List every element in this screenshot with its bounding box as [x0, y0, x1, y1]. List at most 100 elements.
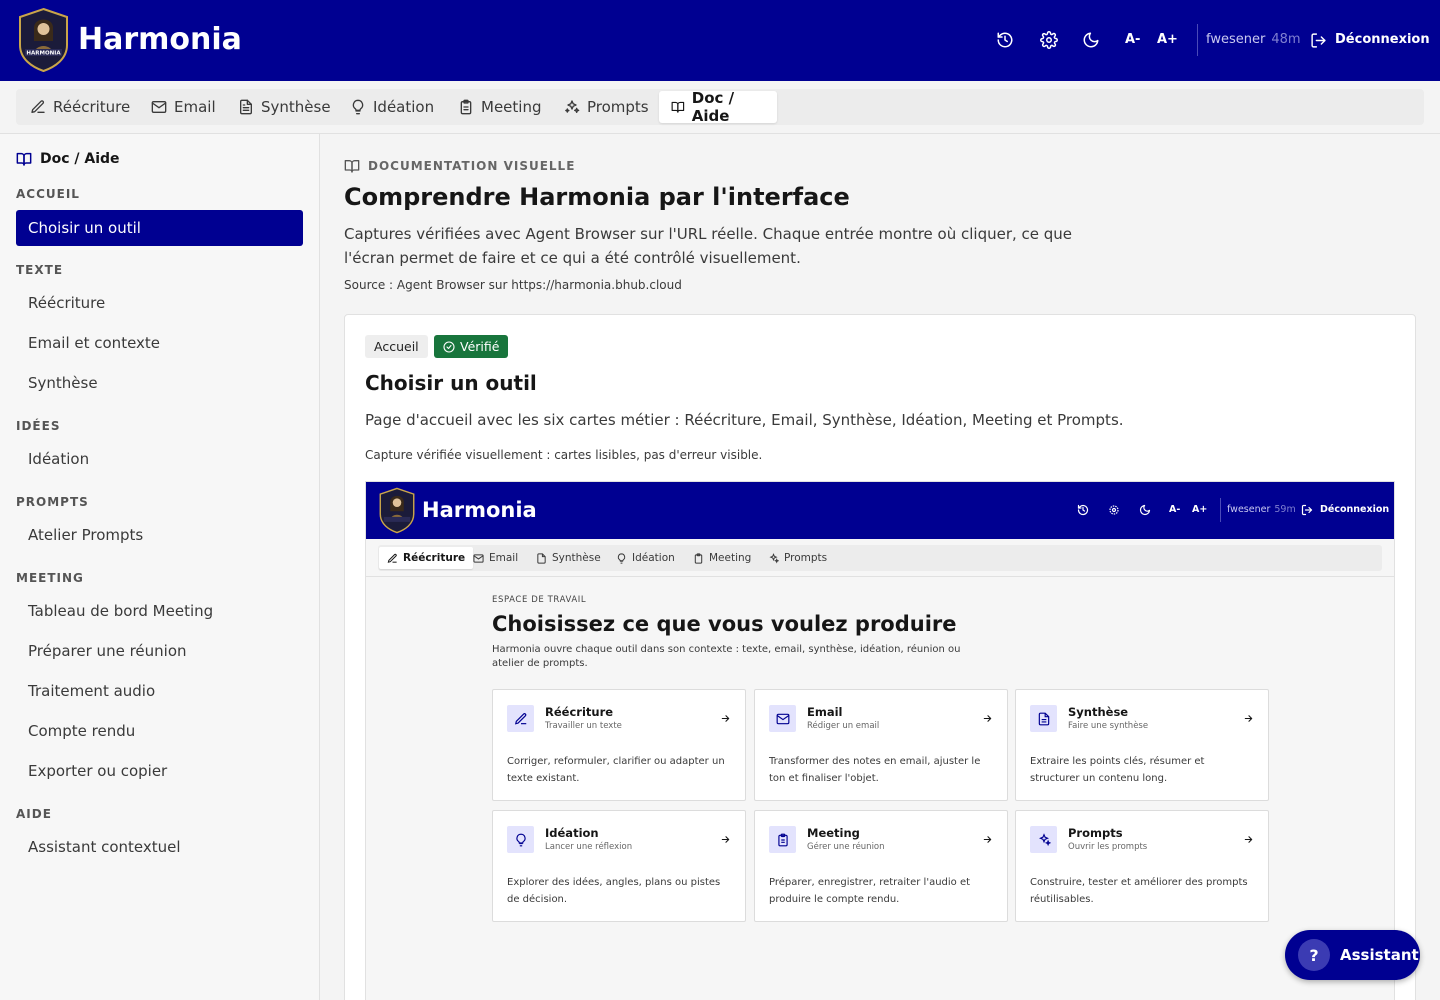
verified-badge: Vérifié: [434, 335, 509, 358]
tool-card-meeting: Meeting Gérer une réunion Préparer, enre…: [754, 810, 1008, 922]
sidebar-section-idees: IDÉES: [16, 419, 61, 433]
arrow-right-icon: [721, 836, 730, 843]
doc-sidebar: Doc / Aide ACCUEIL Choisir un outil TEXT…: [0, 134, 320, 1000]
logout-label: Déconnexion: [1320, 504, 1390, 515]
entry-title: Choisir un outil: [365, 371, 537, 395]
logout-button[interactable]: Déconnexion: [1310, 31, 1430, 49]
assistant-button[interactable]: ? Assistant: [1285, 930, 1420, 980]
sidebar-item-traitement-audio[interactable]: Traitement audio: [16, 673, 303, 709]
tab-email[interactable]: Email: [139, 91, 228, 123]
tool-card-subtitle: Gérer une réunion: [807, 842, 885, 852]
tab-list: Réécriture Email Synthèse Idéation Meeti…: [16, 89, 1424, 125]
tab-synthese[interactable]: Synthèse: [226, 91, 343, 123]
tool-card-subtitle: Lancer une réflexion: [545, 842, 633, 852]
tab-email: Email: [465, 547, 526, 569]
document-icon: [1030, 705, 1057, 732]
font-increase-button[interactable]: A+: [1157, 31, 1178, 49]
harmonia-logo[interactable]: HARMONIA: [17, 7, 70, 73]
tab-label: Doc / Aide: [691, 89, 735, 125]
tab-doc-aide[interactable]: Doc / Aide: [659, 89, 777, 125]
arrow-right-icon: [983, 715, 992, 722]
tool-card-email: Email Rédiger un email Transformer des n…: [754, 689, 1008, 801]
tool-card-subtitle: Ouvrir les prompts: [1068, 842, 1148, 852]
settings-icon[interactable]: [1040, 31, 1058, 49]
font-decrease-button: A-: [1169, 504, 1181, 515]
sidebar-title-label: Doc / Aide: [40, 151, 120, 167]
sidebar-section-texte: TEXTE: [16, 263, 64, 277]
logout-icon: [1301, 504, 1313, 516]
font-decrease-button[interactable]: A-: [1125, 31, 1140, 49]
arrow-right-icon: [983, 836, 992, 843]
tool-card-prompts: Prompts Ouvrir les prompts Construire, t…: [1015, 810, 1269, 922]
session-timer: 59m: [1274, 504, 1296, 515]
sidebar-item-synthese[interactable]: Synthèse: [16, 365, 303, 401]
tool-card-title: Meeting: [807, 826, 860, 840]
font-increase-button: A+: [1192, 504, 1208, 515]
tab-bar: Réécriture Email Synthèse Idéation Meeti…: [0, 81, 1440, 134]
document-icon: [240, 99, 252, 115]
user-info: fwesener 48m: [1206, 31, 1301, 49]
entry-note: Capture vérifiée visuellement : cartes l…: [365, 448, 763, 462]
sparkles-icon: [565, 100, 580, 113]
header-divider: [1197, 24, 1198, 56]
username: fwesener: [1227, 504, 1271, 515]
settings-icon: [1109, 505, 1119, 515]
book-icon: [671, 101, 685, 113]
capture-eyebrow: ESPACE DE TRAVAIL: [492, 595, 587, 605]
tab-ideation[interactable]: Idéation: [338, 91, 446, 123]
tool-card-subtitle: Travailler un texte: [545, 721, 622, 731]
tab-prompts[interactable]: Prompts: [552, 91, 661, 123]
sidebar-item-assistant-contextuel[interactable]: Assistant contextuel: [16, 829, 303, 865]
tool-card-description: Transformer des notes en email, ajuster …: [769, 756, 981, 784]
tab-label: Email: [174, 98, 216, 116]
svg-text:HARMONIA: HARMONIA: [26, 51, 61, 57]
arrow-right-icon: [1244, 715, 1253, 722]
username: fwesener: [1206, 32, 1266, 47]
sidebar-item-choisir-un-outil[interactable]: Choisir un outil: [16, 210, 303, 246]
sparkles-icon: [769, 552, 779, 563]
tab-label: Meeting: [481, 98, 542, 116]
tool-card-title: Synthèse: [1068, 705, 1129, 719]
tool-card-description: Explorer des idées, angles, plans ou pis…: [507, 877, 721, 905]
moon-icon[interactable]: [1082, 31, 1100, 49]
logout-label: Déconnexion: [1335, 32, 1430, 47]
verified-label: Vérifié: [460, 339, 500, 354]
sparkles-icon: [1030, 826, 1057, 853]
eyebrow-label: DOCUMENTATION VISUELLE: [368, 159, 576, 173]
help-icon: ?: [1298, 939, 1330, 971]
sidebar-item-reecriture[interactable]: Réécriture: [16, 285, 303, 321]
capture-app-title: Harmonia: [422, 498, 537, 522]
tool-card-synthese: Synthèse Faire une synthèse Extraire les…: [1015, 689, 1269, 801]
tool-card-ideation: Idéation Lancer une réflexion Explorer d…: [492, 810, 746, 922]
clipboard-icon: [460, 99, 472, 115]
capture-header: Harmonia A- A+ fwesener 59m Déconnexion: [366, 482, 1394, 539]
sidebar-item-ideation[interactable]: Idéation: [16, 441, 303, 477]
history-icon[interactable]: [996, 31, 1014, 49]
tool-card-title: Réécriture: [545, 705, 614, 719]
tool-card-title: Prompts: [1068, 826, 1123, 840]
logout-icon: [1311, 32, 1326, 48]
tool-card-description: Extraire les points clés, résumer et str…: [1030, 756, 1205, 784]
sidebar-item-tableau-de-bord[interactable]: Tableau de bord Meeting: [16, 593, 303, 629]
tool-card-title: Email: [807, 705, 843, 719]
tool-card-description: Corriger, reformuler, clarifier ou adapt…: [507, 756, 725, 784]
capture-tab-list: Réécriture Email Synthèse Idéation Meeti…: [378, 545, 1382, 571]
sidebar-item-compte-rendu[interactable]: Compte rendu: [16, 713, 303, 749]
sidebar-item-email[interactable]: Email et contexte: [16, 325, 303, 361]
book-icon: [16, 152, 32, 166]
sidebar-item-atelier-prompts[interactable]: Atelier Prompts: [16, 517, 303, 553]
tool-card-description: Construire, tester et améliorer des prom…: [1030, 877, 1248, 905]
tab-meeting[interactable]: Meeting: [446, 91, 553, 123]
tab-meeting: Meeting: [685, 547, 759, 569]
tab-reecriture: Réécriture: [379, 547, 474, 569]
tab-reecriture[interactable]: Réécriture: [18, 91, 142, 123]
header-divider: [1220, 498, 1221, 522]
document-icon: [537, 552, 546, 564]
sidebar-item-preparer-reunion[interactable]: Préparer une réunion: [16, 633, 303, 669]
entry-description: Page d'accueil avec les six cartes métie…: [365, 411, 1124, 429]
lightbulb-icon: [617, 552, 626, 564]
tool-card-subtitle: Faire une synthèse: [1068, 721, 1149, 731]
lightbulb-icon: [352, 99, 364, 115]
doc-main: DOCUMENTATION VISUELLE Comprendre Harmon…: [320, 134, 1440, 1000]
sidebar-item-exporter[interactable]: Exporter ou copier: [16, 753, 303, 789]
